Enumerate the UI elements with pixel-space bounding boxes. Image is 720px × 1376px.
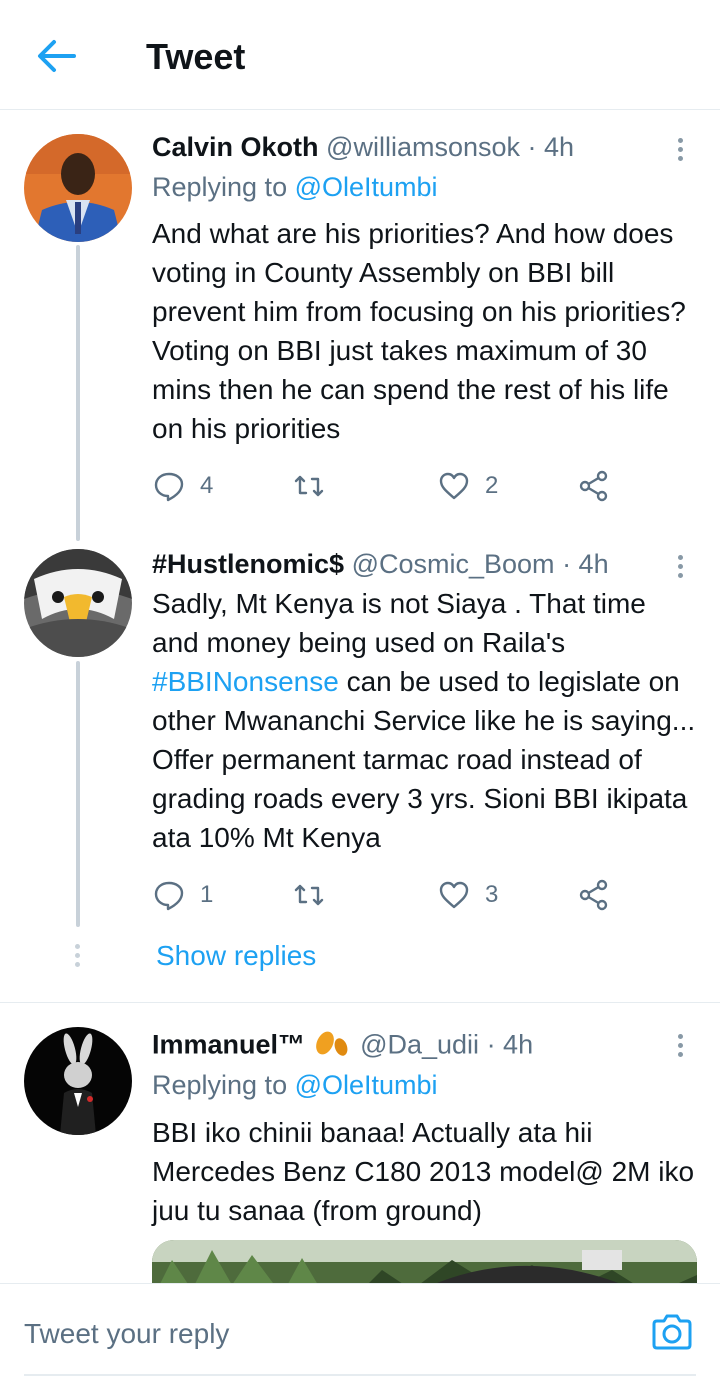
reply-icon bbox=[154, 881, 184, 911]
retweet-button[interactable] bbox=[292, 466, 340, 506]
tweet-text: Sadly, Mt Kenya is not Siaya . That time… bbox=[152, 584, 697, 857]
display-name[interactable]: #Hustlenomic$ bbox=[152, 549, 344, 579]
more-options-button[interactable] bbox=[668, 551, 692, 583]
like-count: 3 bbox=[485, 881, 499, 908]
share-button[interactable] bbox=[577, 875, 611, 915]
replying-to-label: Replying to bbox=[152, 172, 288, 202]
user-handle[interactable]: @williamsonsok bbox=[326, 132, 520, 162]
more-options-button[interactable] bbox=[668, 134, 692, 166]
tweet-text: And what are his priorities? And how doe… bbox=[152, 218, 686, 444]
reply-icon bbox=[154, 472, 184, 502]
avatar-image bbox=[24, 549, 132, 657]
tweet-text-part: Sadly, Mt Kenya is not Siaya . That time… bbox=[152, 588, 646, 658]
tweet-header: #Hustlenomic$ @Cosmic_Boom · 4h bbox=[152, 549, 660, 580]
thread-continuation-dots bbox=[75, 944, 81, 971]
retweet-icon bbox=[294, 475, 324, 497]
reply-count: 4 bbox=[200, 472, 214, 499]
thread-line bbox=[76, 661, 80, 927]
replying-to: Replying to @OleItumbi bbox=[152, 1070, 438, 1101]
tweet-time: · 4h bbox=[527, 132, 575, 162]
thread-line bbox=[76, 245, 80, 541]
replying-to-label: Replying to bbox=[152, 1070, 288, 1100]
arrow-left-icon bbox=[38, 40, 76, 72]
like-button[interactable]: 2 bbox=[437, 466, 498, 506]
heart-icon bbox=[439, 881, 469, 909]
reply-button[interactable]: 1 bbox=[152, 875, 213, 915]
tweet-header: Immanuel™ @Da_udii · 4h bbox=[152, 1029, 660, 1064]
share-icon bbox=[579, 879, 608, 911]
leaf-emoji-icon bbox=[313, 1029, 353, 1064]
back-button[interactable] bbox=[34, 36, 78, 76]
replying-to-handle[interactable]: @OleItumbi bbox=[295, 172, 438, 202]
avatar[interactable] bbox=[24, 1027, 132, 1135]
user-handle[interactable]: @Da_udii bbox=[360, 1030, 479, 1060]
reply-count: 1 bbox=[200, 881, 214, 908]
avatar-image bbox=[24, 134, 132, 242]
divider bbox=[0, 1002, 720, 1003]
tweet-time: · 4h bbox=[486, 1029, 534, 1060]
retweet-icon bbox=[294, 884, 324, 906]
share-icon bbox=[579, 470, 608, 502]
avatar-image bbox=[24, 1027, 132, 1135]
replying-to: Replying to @OleItumbi bbox=[152, 172, 438, 203]
share-button[interactable] bbox=[577, 466, 611, 506]
top-bar: Tweet bbox=[0, 0, 720, 110]
more-options-button[interactable] bbox=[668, 1030, 692, 1062]
retweet-button[interactable] bbox=[292, 875, 340, 915]
page-title: Tweet bbox=[146, 36, 246, 77]
like-count: 2 bbox=[485, 472, 499, 499]
avatar[interactable] bbox=[24, 549, 132, 657]
reply-composer: Tweet your reply bbox=[0, 1283, 720, 1376]
heart-icon bbox=[439, 472, 469, 500]
hashtag-link[interactable]: #BBINonsense bbox=[152, 666, 339, 697]
replying-to-handle[interactable]: @OleItumbi bbox=[295, 1070, 438, 1100]
camera-icon bbox=[652, 1314, 692, 1350]
display-name[interactable]: Calvin Okoth bbox=[152, 132, 319, 162]
user-handle[interactable]: @Cosmic_Boom bbox=[352, 549, 555, 579]
like-button[interactable]: 3 bbox=[437, 875, 498, 915]
tweet-header: Calvin Okoth @williamsonsok · 4h bbox=[152, 132, 660, 163]
reply-input[interactable]: Tweet your reply bbox=[24, 1318, 229, 1350]
show-replies-link[interactable]: Show replies bbox=[156, 940, 316, 972]
display-name[interactable]: Immanuel™ bbox=[152, 1030, 305, 1060]
camera-button[interactable] bbox=[650, 1312, 694, 1352]
tweet-actions: 4 2 bbox=[152, 466, 622, 506]
tweet-time: · 4h bbox=[562, 549, 609, 579]
avatar[interactable] bbox=[24, 134, 132, 242]
reply-button[interactable]: 4 bbox=[152, 466, 213, 506]
tweet-actions: 1 3 bbox=[152, 875, 622, 915]
tweet-text: BBI iko chinii banaa! Actually ata hii M… bbox=[152, 1117, 695, 1226]
